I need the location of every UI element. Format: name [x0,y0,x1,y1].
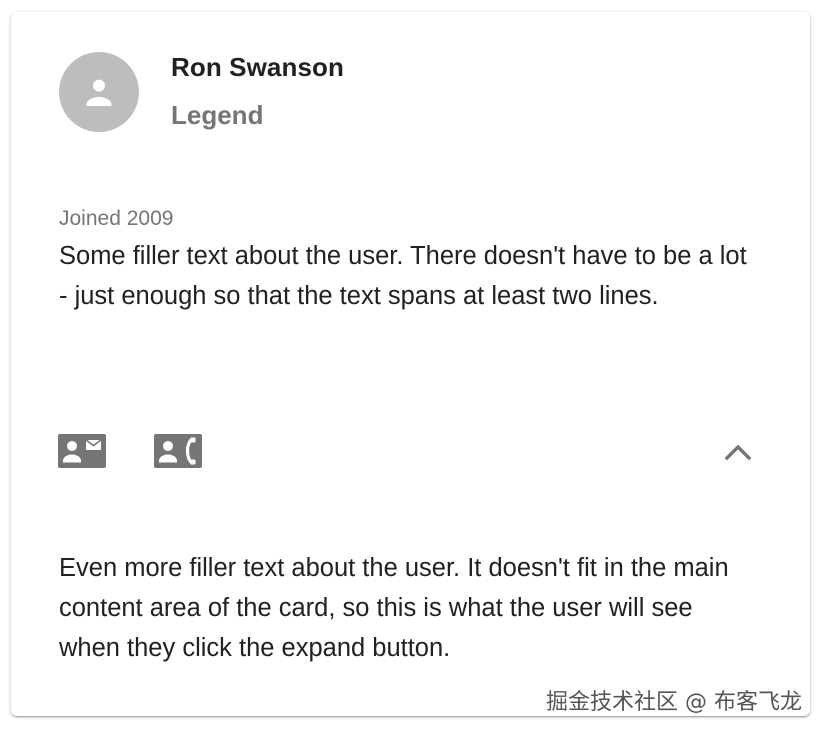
contact-mail-icon [58,434,106,468]
user-bio: Some filler text about the user. There d… [59,242,747,310]
profile-card: Ron Swanson Legend Joined 2009 Some fill… [11,12,810,716]
contact-mail-button[interactable] [58,432,108,470]
contact-phone-icon [154,434,202,468]
person-icon [86,79,112,106]
expanded-text: Even more filler text about the user. It… [59,554,729,662]
expand-button[interactable] [719,433,757,471]
watermark: 掘金技术社区 @ 布客飞龙 [546,690,802,715]
contact-phone-button[interactable] [154,432,204,470]
chevron-up-icon [724,444,752,461]
avatar [59,52,139,132]
user-role: Legend [171,100,264,130]
user-name: Ron Swanson [171,52,344,82]
joined-date: Joined 2009 [59,207,174,230]
